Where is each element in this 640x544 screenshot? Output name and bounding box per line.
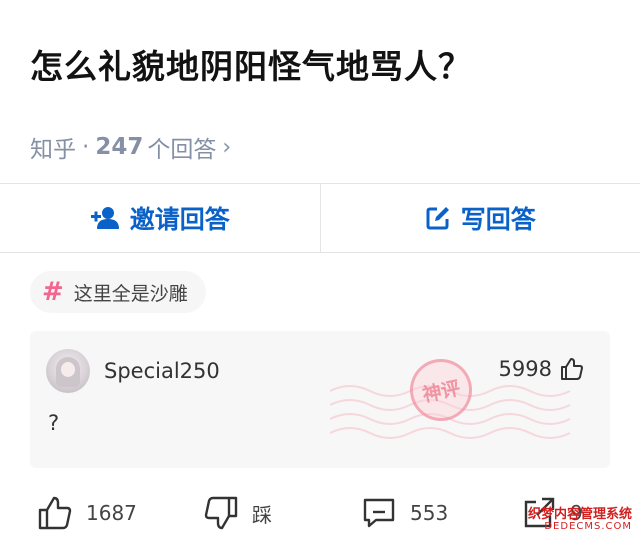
question-title: 怎么礼貌地阴阳怪气地骂人？ xyxy=(30,47,472,86)
answer-card[interactable]: Special250 神评 5998 ? xyxy=(30,331,610,468)
like-button[interactable]: 1687 xyxy=(38,496,137,530)
answer-content: ? xyxy=(48,411,60,435)
avatar-face xyxy=(61,362,75,377)
topic-chip[interactable]: # 这里全是沙雕 xyxy=(30,271,206,313)
write-answer-button[interactable]: 写回答 xyxy=(319,184,640,252)
comment-icon xyxy=(363,498,395,528)
thumbs-down-icon xyxy=(204,496,238,530)
write-answer-label: 写回答 xyxy=(460,205,536,234)
answer-upvote[interactable]: 5998 xyxy=(499,357,584,381)
meta-separator: · xyxy=(82,134,90,160)
answer-upvote-count: 5998 xyxy=(498,357,552,381)
comment-button[interactable]: 553 xyxy=(362,496,448,530)
dislike-button[interactable]: 踩 xyxy=(204,496,272,530)
thumbs-up-icon xyxy=(38,496,72,530)
invite-answer-button[interactable]: 邀请回答 xyxy=(0,184,320,252)
bottom-action-bar: 1687 踩 553 9 织梦内容管理系统 DEDECMS.COM xyxy=(0,488,640,538)
thumbs-up-icon xyxy=(561,358,583,380)
answer-count: 247 xyxy=(95,134,144,160)
comment-count: 553 xyxy=(410,501,449,525)
dislike-label: 踩 xyxy=(252,502,272,527)
question-action-bar: 邀请回答 写回答 xyxy=(0,183,640,253)
avatar[interactable] xyxy=(46,349,90,393)
hash-icon: # xyxy=(42,277,64,307)
watermark-main: 织梦内容管理系统 xyxy=(527,506,632,522)
add-user-icon xyxy=(90,207,119,229)
topic-label: 这里全是沙雕 xyxy=(73,282,188,305)
invite-answer-label: 邀请回答 xyxy=(129,205,230,234)
author-name[interactable]: Special250 xyxy=(104,359,220,383)
answer-count-suffix: 个回答 xyxy=(147,137,217,163)
like-count: 1687 xyxy=(86,501,137,525)
site-watermark: 织梦内容管理系统 DEDECMS.COM xyxy=(528,508,632,532)
source-label: 知乎 xyxy=(30,137,76,163)
chevron-right-icon: › xyxy=(222,134,232,160)
watermark-sub: DEDECMS.COM xyxy=(544,520,632,532)
edit-icon xyxy=(426,207,449,230)
question-meta[interactable]: 知乎 · 247 个回答 › xyxy=(30,130,231,164)
